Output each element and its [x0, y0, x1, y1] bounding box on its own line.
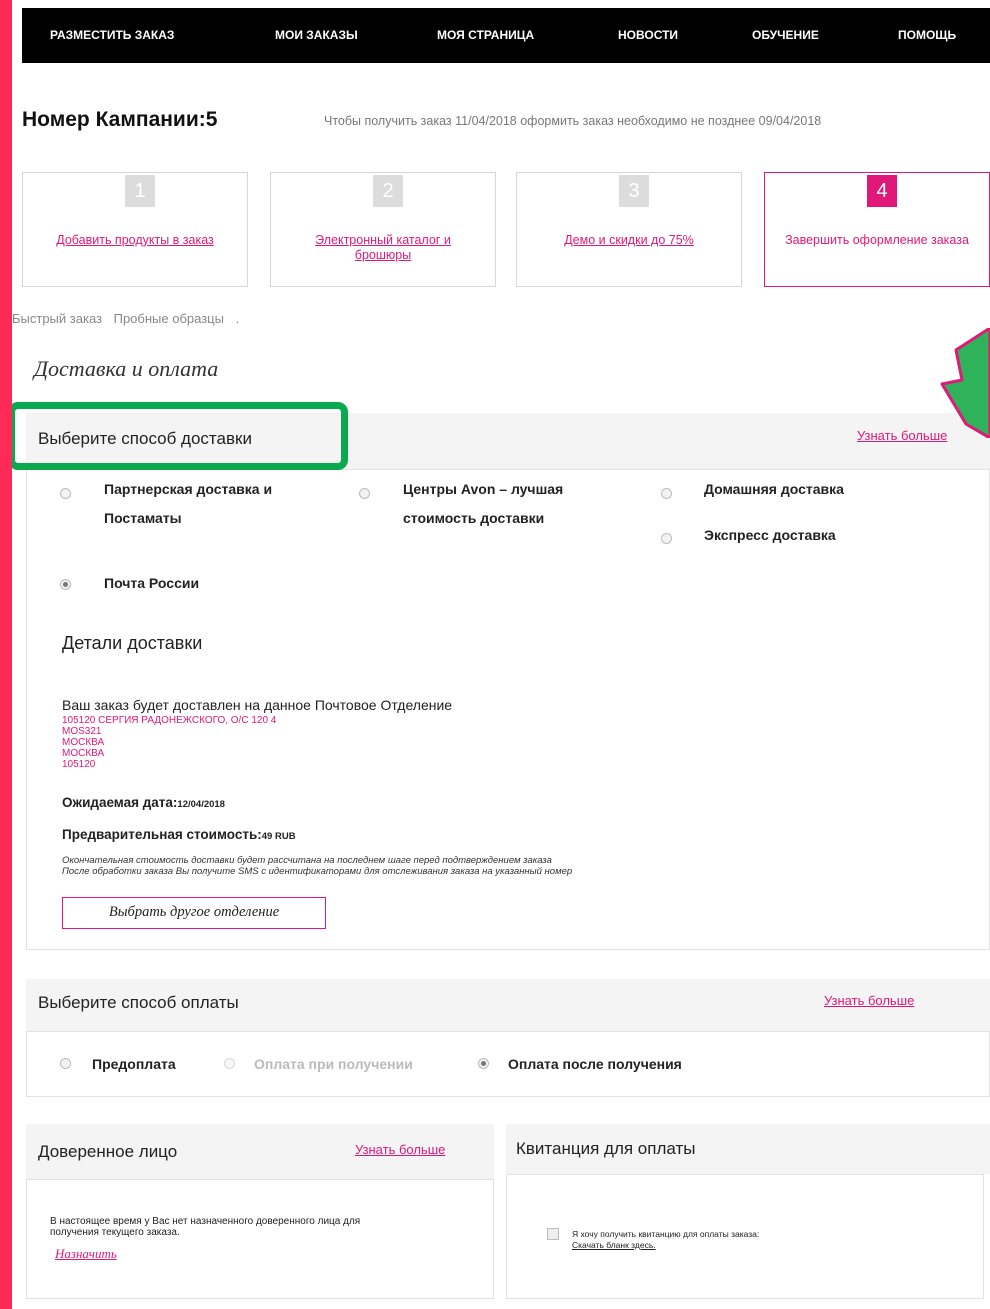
trustee-text-1: В настоящее время у Вас нет назначенного… [50, 1216, 361, 1227]
home-delivery-radio[interactable] [661, 488, 672, 499]
trustee-more-link[interactable]: Узнать больше [355, 1142, 445, 1157]
highlight-box [12, 402, 348, 470]
payment-more-link[interactable]: Узнать больше [824, 993, 914, 1008]
receipt-text-1: Я хочу получить квитанцию для оплаты зак… [572, 1229, 760, 1239]
section-title: Доставка и оплата [34, 356, 219, 381]
trustee-panel-body [26, 1179, 494, 1299]
russian-post-radio[interactable] [60, 579, 71, 590]
delivery-note-2: После обработки заказа Вы получите SMS с… [62, 866, 573, 877]
partner-delivery-label-1: Партнерская доставка и [104, 481, 273, 497]
address-line: МОСКВА [62, 748, 105, 759]
quick-order-link[interactable]: Быстрый заказ [12, 311, 102, 326]
assign-trustee-link[interactable]: Назначить [55, 1246, 117, 1262]
address-line: 105120 СЕРГИЯ РАДОНЕЖСКОГО, О/С 120 4 [62, 715, 277, 726]
pay-after-receipt-label: Оплата после получения [508, 1056, 682, 1072]
home-delivery-label: Домашняя доставка [704, 481, 844, 497]
estimated-cost-value: 49 RUB [261, 831, 296, 842]
subnav-dot: . [235, 311, 240, 326]
russian-post-label: Почта России [104, 575, 200, 591]
step-4-active[interactable]: 4 Завершить оформление заказа [764, 172, 990, 287]
pay-on-receipt-radio [224, 1058, 235, 1069]
nav-news[interactable]: НОВОСТИ [618, 28, 678, 42]
annotation-arrow-icon [940, 328, 990, 438]
order-deadline-text: Чтобы получить заказ 11/04/2018 оформить… [324, 114, 822, 128]
step-2[interactable]: 2 Электронный каталог и брошюры [270, 172, 496, 287]
address-line: 105120 [62, 759, 96, 770]
step-label[interactable]: Демо и скидки до 75% [537, 233, 721, 248]
nav-my-page[interactable]: МОЯ СТРАНИЦА [437, 28, 534, 42]
expected-date-label: Ожидаемая дата: [62, 795, 178, 810]
delivery-details-title: Детали доставки [62, 633, 203, 653]
address-line: МОСКВА [62, 737, 105, 748]
receipt-checkbox[interactable] [547, 1228, 559, 1240]
nav-help[interactable]: ПОМОЩЬ [898, 28, 956, 42]
delivery-note-1: Окончательная стоимость доставки будет р… [62, 855, 552, 866]
page-title: Номер Кампании:5 [22, 108, 218, 131]
page: РАЗМЕСТИТЬ ЗАКАЗ МОИ ЗАКАЗЫ МОЯ СТРАНИЦА… [12, 0, 990, 1309]
step-number: 3 [619, 175, 649, 207]
nav-place-order[interactable]: РАЗМЕСТИТЬ ЗАКАЗ [50, 28, 174, 42]
nav-training[interactable]: ОБУЧЕНИЕ [752, 28, 819, 42]
step-number: 4 [867, 175, 897, 207]
step-number: 1 [125, 175, 155, 207]
trustee-panel-title: Доверенное лицо [38, 1142, 178, 1161]
partner-delivery-label-2: Постаматы [104, 510, 182, 526]
step-label: Завершить оформление заказа [785, 233, 969, 247]
step-label[interactable]: Электронный каталог и брошюры [291, 233, 475, 263]
express-delivery-label: Экспресс доставка [704, 527, 836, 543]
choose-other-office-button[interactable]: Выбрать другое отделение [62, 897, 326, 929]
avon-centers-label-1: Центры Avon – лучшая [403, 481, 564, 497]
step-3[interactable]: 3 Демо и скидки до 75% [516, 172, 742, 287]
partner-delivery-radio[interactable] [60, 488, 71, 499]
top-navigation: РАЗМЕСТИТЬ ЗАКАЗ МОИ ЗАКАЗЫ МОЯ СТРАНИЦА… [22, 8, 990, 63]
download-form-link[interactable]: Скачать бланк здесь. [572, 1240, 656, 1251]
sub-navigation: Быстрый заказ Пробные образцы . [12, 311, 247, 326]
receipt-panel-title: Квитанция для оплаты [516, 1139, 696, 1158]
pay-on-receipt-label: Оплата при получении [254, 1056, 413, 1072]
delivery-intro-text: Ваш заказ будет доставлен на данное Почт… [62, 697, 453, 713]
avon-centers-label-2: стоимость доставки [403, 510, 545, 526]
prepay-radio[interactable] [60, 1058, 71, 1069]
step-1[interactable]: 1 Добавить продукты в заказ [22, 172, 248, 287]
express-delivery-radio[interactable] [661, 533, 672, 544]
address-line: MOS321 [62, 726, 102, 737]
trustee-text-2: получения текущего заказа. [50, 1227, 180, 1238]
pay-after-receipt-radio[interactable] [478, 1058, 489, 1069]
step-label[interactable]: Добавить продукты в заказ [43, 233, 227, 248]
expected-date: Ожидаемая дата:12/04/2018 [62, 795, 225, 810]
avon-centers-radio[interactable] [359, 488, 370, 499]
samples-link[interactable]: Пробные образцы [114, 311, 224, 326]
step-number: 2 [373, 175, 403, 207]
payment-panel-title: Выберите способ оплаты [38, 993, 239, 1012]
prepay-label: Предоплата [92, 1056, 176, 1072]
estimated-cost-label: Предварительная стоимость: [62, 827, 262, 842]
estimated-cost: Предварительная стоимость:49 RUB [62, 827, 296, 842]
nav-my-orders[interactable]: МОИ ЗАКАЗЫ [275, 28, 358, 42]
expected-date-value: 12/04/2018 [177, 799, 225, 810]
